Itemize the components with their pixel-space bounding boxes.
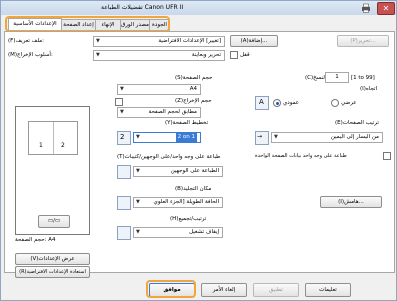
two-on-one-icon: 2 <box>117 131 131 145</box>
edit-profile-button[interactable]: (P)تحرير... <box>337 35 389 47</box>
layout-preview: 1 2 ▭/▭ <box>15 106 90 235</box>
duplex-value: الطباعة على الوجهين <box>170 168 219 174</box>
add-profile-button[interactable]: (A)إضافة... <box>230 35 278 47</box>
page-order-icon: → <box>255 131 269 145</box>
same-side-checkbox[interactable] <box>383 152 391 160</box>
collate-label: (H)ترتيب/تجميع <box>170 216 207 222</box>
print-preferences-window: تفضيلات الطباعة Canon UFR II ✕ الإعدادات… <box>0 0 397 301</box>
margin-button[interactable]: (I)هامش... <box>320 196 382 208</box>
lock-checkbox[interactable] <box>230 51 238 59</box>
preview-page-2: 2 <box>61 142 65 149</box>
chevron-down-icon: ▼ <box>136 134 140 140</box>
portrait-page-icon: A <box>255 96 269 110</box>
chevron-down-icon: ▼ <box>120 86 124 92</box>
basic-settings-panel: (F)ملف تعريف: ▼ تغيير] الإعدادات الافترا… <box>4 31 395 278</box>
output-method-select[interactable]: ▼ تحرير وبعاينة <box>93 50 225 61</box>
window-title: تفضيلات الطباعة Canon UFR II <box>101 4 184 11</box>
collate-select[interactable]: ▼ إيقاف تشغيل <box>133 227 223 238</box>
output-size-label: (Z)حجم الإخراج <box>175 98 212 104</box>
help-button[interactable]: تعليمات <box>305 283 351 297</box>
chevron-down-icon: ▼ <box>274 134 278 140</box>
landscape-radio[interactable] <box>331 99 339 107</box>
restore-defaults-button[interactable]: (R)استعادة الإعدادات الافتراضية <box>15 266 90 278</box>
collate-icon <box>117 226 131 240</box>
page-layout-label: (Y)تخطيط الصفحة <box>165 120 209 126</box>
view-settings-button[interactable]: (V)عرض الإعدادات <box>15 253 90 265</box>
output-size-value: مطابق لحجم الصفحة <box>148 109 197 115</box>
page-layout-select[interactable]: ▼ 2 on 1 <box>133 132 201 143</box>
chevron-down-icon: ▼ <box>120 109 124 115</box>
copies-value: 1 <box>335 74 339 80</box>
page-view-icon: ▭/▭ <box>47 218 61 224</box>
chevron-down-icon: ▼ <box>136 229 140 235</box>
page-size-value: A4 <box>189 86 197 92</box>
collate-value: إيقاف تشغيل <box>189 229 219 235</box>
chevron-down-icon: ▼ <box>136 199 140 205</box>
duplex-select[interactable]: ▼ الطباعة على الوجهين <box>133 166 223 177</box>
page-size-label: (S)حجم الصفحة <box>175 75 213 81</box>
printer-icon <box>362 3 370 13</box>
preview-sheet: 1 2 <box>28 121 78 155</box>
chevron-down-icon: ▼ <box>136 168 140 174</box>
duplex-icon <box>117 165 131 179</box>
cancel-button[interactable]: إلغاء الأمر <box>201 283 247 297</box>
preview-caption: حجم الصفحة: A4 <box>15 237 56 243</box>
close-button[interactable]: ✕ <box>377 2 395 15</box>
chevron-down-icon: ▼ <box>96 38 100 44</box>
page-order-value: من اليسار إلى اليمين <box>330 134 379 140</box>
ok-button-highlight <box>146 280 196 298</box>
output-method-value: تحرير وبعاينة <box>191 52 221 58</box>
lock-label: قفل <box>240 52 250 58</box>
copies-range: [1 to 99] <box>351 75 375 81</box>
page-layout-value: 2 on 1 <box>175 133 197 142</box>
title-bar: تفضيلات الطباعة Canon UFR II ✕ <box>1 1 396 15</box>
binding-label: (B)مكان التجليد <box>175 186 212 192</box>
preview-divider <box>53 122 54 154</box>
profile-value: تغيير] الإعدادات الافتراضية] <box>158 38 221 44</box>
duplex-label: (T)طباعة على وجه واحد/على الوجهين/كتيبات <box>117 154 221 160</box>
portrait-radio[interactable] <box>273 99 281 107</box>
output-size-select[interactable]: ▼ مطابق لحجم الصفحة <box>117 107 201 118</box>
tabs-highlight <box>5 16 170 32</box>
preview-page-1: 1 <box>39 142 43 149</box>
output-method-label: (M)أسلوب الإخراج: <box>8 52 53 58</box>
same-side-label: طباعة على وجه واحد بيانات الصفحة الواحدة <box>255 153 347 159</box>
landscape-label: عرضي <box>341 100 357 106</box>
portrait-label: عمودي <box>283 100 300 106</box>
page-size-select[interactable]: ▼ A4 <box>117 84 201 95</box>
copies-input[interactable]: 1 <box>325 72 349 83</box>
chevron-down-icon: ▼ <box>96 52 100 58</box>
output-size-checkbox[interactable] <box>115 98 123 106</box>
profile-label: (F)ملف تعريف: <box>8 38 44 44</box>
profile-select[interactable]: ▼ تغيير] الإعدادات الافتراضية] <box>93 36 225 47</box>
orientation-label: (I)اتجاه <box>360 86 378 92</box>
binding-select[interactable]: ▼ الحافة الطويلة [الجزء العلوي <box>133 197 223 208</box>
apply-button[interactable]: تطبيق <box>253 283 299 297</box>
preview-toggle-button[interactable]: ▭/▭ <box>38 215 70 228</box>
page-order-label: (E)ترتيب الصفحات <box>335 120 379 126</box>
binding-value: الحافة الطويلة [الجزء العلوي <box>153 199 219 205</box>
binding-icon <box>117 196 131 210</box>
page-order-select[interactable]: ▼ من اليسار إلى اليمين <box>271 132 383 143</box>
